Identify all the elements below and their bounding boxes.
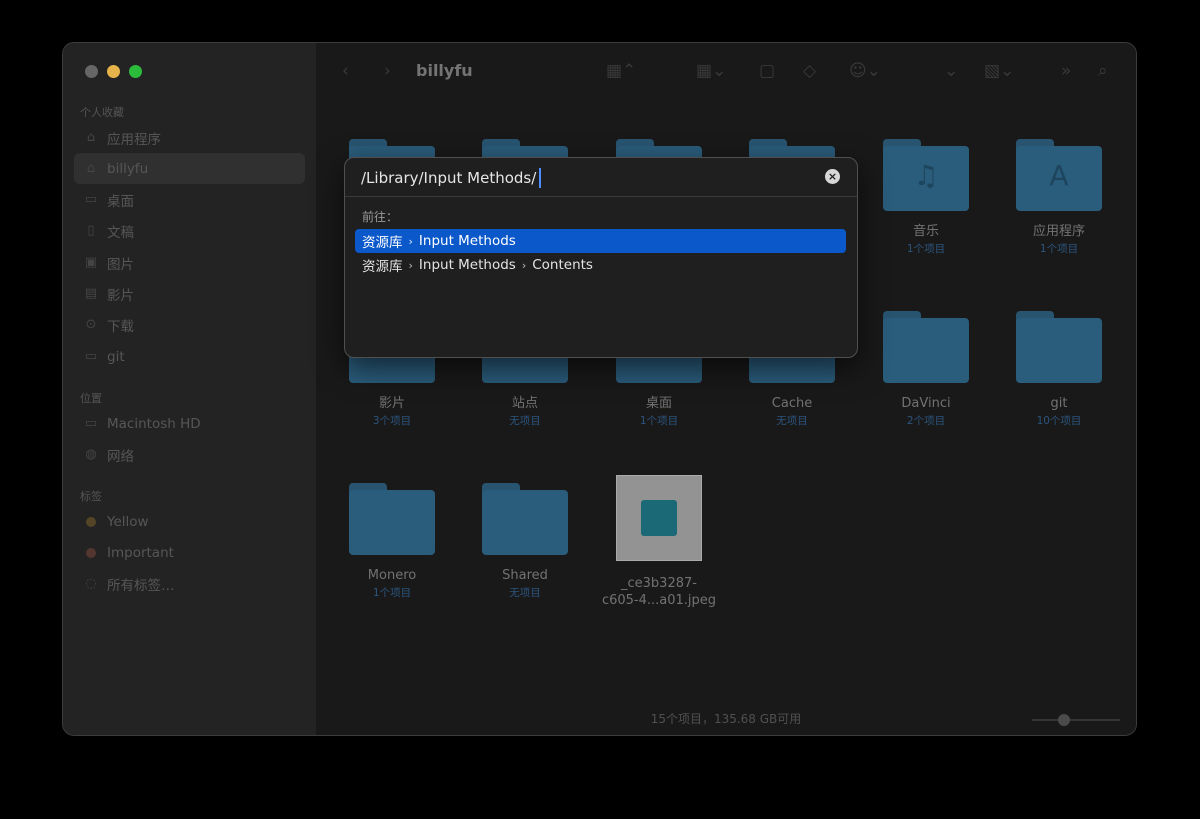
finder-window: 个人收藏 ⌂ 应用程序 ⌂ billyfu ▭ 桌面 ▯ 文稿 ▣ 图片 ▤ 影片 ⊙ 下载 … bbox=[63, 43, 1136, 735]
dim-overlay bbox=[63, 43, 1136, 735]
clear-icon[interactable]: × bbox=[825, 169, 840, 184]
chevron-right-icon: › bbox=[521, 258, 527, 272]
path-part: Contents bbox=[532, 257, 593, 273]
path-part: Input Methods bbox=[418, 257, 516, 273]
path-part: Input Methods bbox=[418, 233, 516, 249]
text-caret bbox=[539, 168, 541, 188]
suggestion-item[interactable]: 资源库 › Input Methods › Contents bbox=[355, 253, 846, 277]
chevron-right-icon: › bbox=[408, 234, 413, 248]
go-to-label: 前往： bbox=[362, 210, 399, 224]
suggestion-item[interactable]: 资源库 › Input Methods bbox=[355, 229, 846, 253]
go-to-folder-dialog: × 前往： 资源库 › Input Methods 资源库 › Input Me… bbox=[344, 157, 858, 358]
path-part: 资源库 bbox=[362, 259, 403, 275]
divider bbox=[345, 196, 857, 197]
path-input[interactable] bbox=[361, 167, 801, 189]
path-part: 资源库 bbox=[362, 235, 403, 251]
chevron-right-icon: › bbox=[408, 258, 413, 272]
